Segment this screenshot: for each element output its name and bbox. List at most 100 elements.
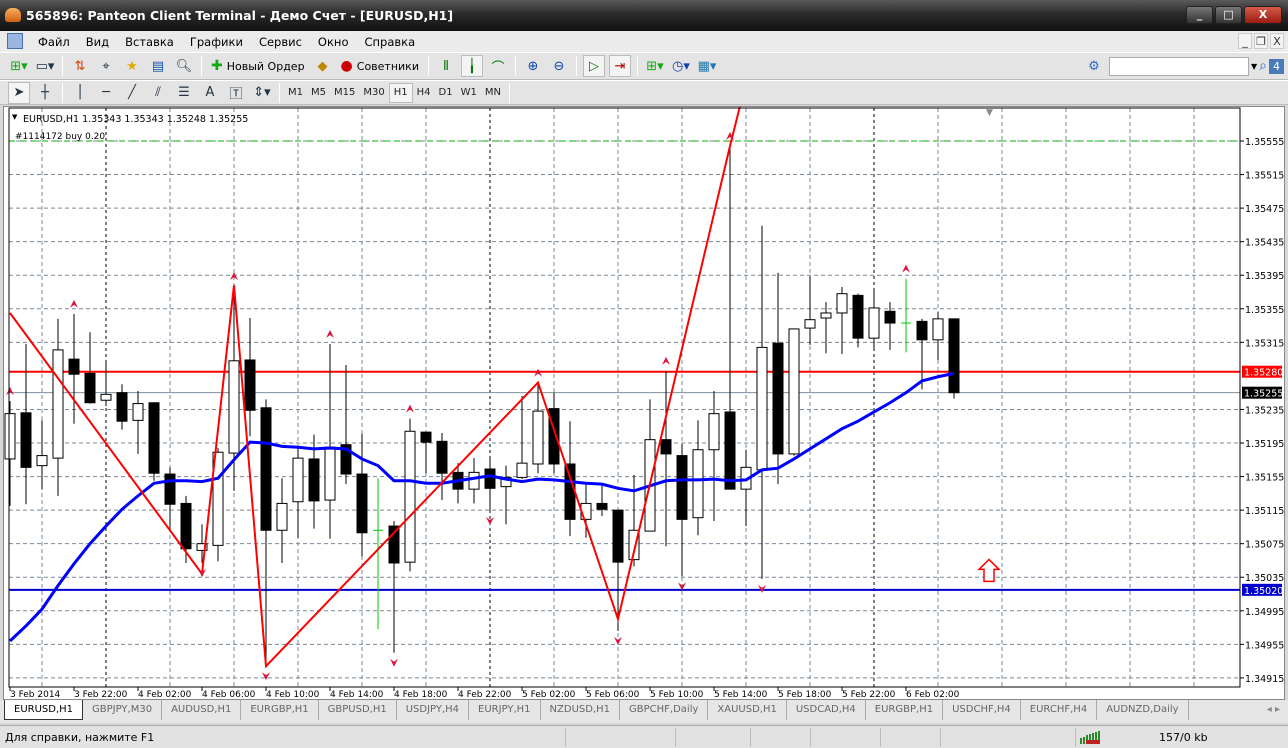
price-axis-label: 1.35395	[1245, 271, 1284, 282]
metaeditor-icon[interactable]: ◆	[312, 55, 334, 77]
menu-tools[interactable]: Сервис	[251, 35, 310, 49]
periods-clock-icon[interactable]: ◷▾	[670, 55, 692, 77]
new-order-icon: ✚	[211, 58, 223, 74]
settings-gear-icon[interactable]: ⚙	[1083, 55, 1105, 77]
price-axis-label: 1.34955	[1245, 640, 1284, 651]
candle-bull	[516, 462, 528, 478]
navigator-icon[interactable]: ★	[121, 55, 143, 77]
vertical-line-icon[interactable]: │	[69, 82, 91, 104]
tf-h4[interactable]: H4	[413, 83, 435, 103]
candle-bull	[228, 360, 240, 454]
maximize-button[interactable]: □	[1215, 6, 1242, 24]
window-title: 565896: Panteon Client Terminal - Демо С…	[26, 8, 454, 23]
search-icon[interactable]: ⌕	[1259, 58, 1267, 74]
bar-chart-icon[interactable]: ⫴	[435, 55, 457, 77]
fractal-down-arrow-icon	[614, 636, 622, 645]
chart-tab[interactable]: EURGBP,H1	[241, 700, 319, 720]
chart-tab[interactable]: USDCAD,H4	[787, 700, 866, 720]
menu-insert[interactable]: Вставка	[117, 35, 182, 49]
zoom-in-icon[interactable]: ⊕	[522, 55, 544, 77]
tf-m30[interactable]: M30	[359, 83, 388, 103]
chart-tab[interactable]: EURCHF,H4	[1021, 700, 1098, 720]
text-tool[interactable]: A	[199, 82, 221, 104]
fibonacci-icon[interactable]: ☰	[173, 82, 195, 104]
chart-minimize-button[interactable]: _	[1238, 33, 1252, 49]
menu-view[interactable]: Вид	[78, 35, 117, 49]
fractal-down-arrow-icon	[262, 672, 270, 681]
close-button[interactable]: X	[1244, 6, 1282, 24]
arrows-icon[interactable]: ⇕▾	[251, 82, 273, 104]
chart-tab[interactable]: GBPCHF,Daily	[620, 700, 709, 720]
candle-bear	[148, 402, 160, 474]
horizontal-line-icon[interactable]: ─	[95, 82, 117, 104]
market-watch-icon[interactable]: ⇅	[69, 55, 91, 77]
search-input[interactable]	[1109, 56, 1249, 76]
tab-scroll-arrows[interactable]: ◂ ▸	[1267, 704, 1280, 715]
tf-h1[interactable]: H1	[388, 82, 413, 103]
candle-bull	[36, 455, 48, 467]
chart-tab[interactable]: USDJPY,H4	[397, 700, 470, 720]
tf-m5[interactable]: M5	[307, 83, 330, 103]
chart-tab[interactable]: NZDUSD,H1	[541, 700, 621, 720]
chart-tab[interactable]: GBPUSD,H1	[319, 700, 397, 720]
drawing-toolbar: ➤ ┼ │ ─ ╱ ⫽ ☰ A 🅃 ⇕▾ M1 M5 M15 M30 H1 H4…	[0, 80, 1288, 105]
chart-close-button[interactable]: X	[1270, 33, 1284, 49]
auto-scroll-icon[interactable]: ▷	[582, 55, 605, 77]
chart-tab[interactable]: EURGBP,H1	[866, 700, 944, 720]
candlestick-chart-icon[interactable]: ╽	[460, 55, 483, 77]
chart-tab[interactable]: EURJPY,H1	[469, 700, 541, 720]
menu-file[interactable]: Файл	[30, 35, 78, 49]
menu-charts[interactable]: Графики	[182, 35, 251, 49]
menu-help[interactable]: Справка	[356, 35, 423, 49]
candle-bear	[180, 502, 192, 550]
new-order-button[interactable]: ✚ Новый Ордер	[208, 55, 308, 77]
cursor-icon[interactable]: ➤	[8, 81, 30, 104]
trendline-icon[interactable]: ╱	[121, 82, 143, 104]
line-chart-icon[interactable]: ⌒	[487, 55, 509, 77]
zoom-out-icon[interactable]: ⊖	[548, 55, 570, 77]
crosshair-data-window-icon[interactable]: ⌖	[95, 55, 117, 77]
chart-window-icon[interactable]	[7, 33, 23, 49]
chart-window[interactable]: 1.35555 1.35515 1.35475 1.35435 1.35395 1.353…	[3, 105, 1286, 701]
chart-tab[interactable]: EURUSD,H1	[4, 700, 84, 720]
chart-tab[interactable]: GBPJPY,M30	[83, 700, 163, 720]
experts-button[interactable]: ● Советники	[338, 55, 422, 77]
tf-mn[interactable]: MN	[481, 83, 505, 103]
candle-bear	[420, 431, 432, 443]
search-dropdown-icon[interactable]: ▼	[1251, 62, 1257, 71]
templates-icon[interactable]: ▦▾	[696, 55, 718, 77]
tf-w1[interactable]: W1	[457, 83, 481, 103]
price-axis-label: 1.35195	[1245, 439, 1284, 450]
candle-bull	[132, 403, 144, 421]
price-axis-label: 1.35555	[1245, 137, 1284, 148]
text-label-icon[interactable]: 🅃	[225, 82, 247, 104]
tf-m1[interactable]: M1	[284, 83, 307, 103]
strategy-tester-icon[interactable]: 🔍︎	[173, 55, 195, 77]
minimize-button[interactable]: _	[1186, 6, 1213, 24]
menu-window[interactable]: Окно	[310, 35, 357, 49]
chart-shift-icon[interactable]: ⇥	[608, 55, 631, 77]
tf-d1[interactable]: D1	[435, 83, 457, 103]
equidistant-channel-icon[interactable]: ⫽	[147, 82, 169, 104]
traffic-counter: 157/0 kb	[1159, 730, 1208, 744]
price-chart[interactable]: 1.35555 1.35515 1.35475 1.35435 1.35395 1.353…	[4, 105, 1286, 701]
community-badge[interactable]: 4	[1269, 58, 1284, 74]
chart-tab[interactable]: AUDUSD,H1	[162, 700, 242, 720]
chart-restore-button[interactable]: ❐	[1254, 33, 1268, 49]
indicators-icon[interactable]: ⊞▾	[644, 55, 666, 77]
experts-label: Советники	[356, 59, 419, 73]
chart-collapse-icon[interactable]: ▼	[12, 113, 18, 121]
candle-bear	[852, 294, 864, 339]
zigzag-line	[9, 105, 741, 669]
chart-tab[interactable]: XAUUSD,H1	[708, 700, 787, 720]
terminal-icon[interactable]: ▤	[147, 55, 169, 77]
time-axis-label: 4 Feb 10:00	[266, 690, 320, 700]
crosshair-icon[interactable]: ┼	[34, 82, 56, 104]
shift-marker-icon[interactable]: ▼	[986, 108, 993, 118]
new-chart-icon[interactable]: ⊞▾	[8, 55, 30, 77]
chart-tab[interactable]: USDCHF,H4	[943, 700, 1021, 720]
profiles-icon[interactable]: ▭▾	[34, 55, 56, 77]
chart-tab[interactable]: AUDNZD,Daily	[1097, 700, 1189, 720]
tf-m15[interactable]: M15	[330, 83, 359, 103]
candle-bull	[324, 446, 336, 501]
